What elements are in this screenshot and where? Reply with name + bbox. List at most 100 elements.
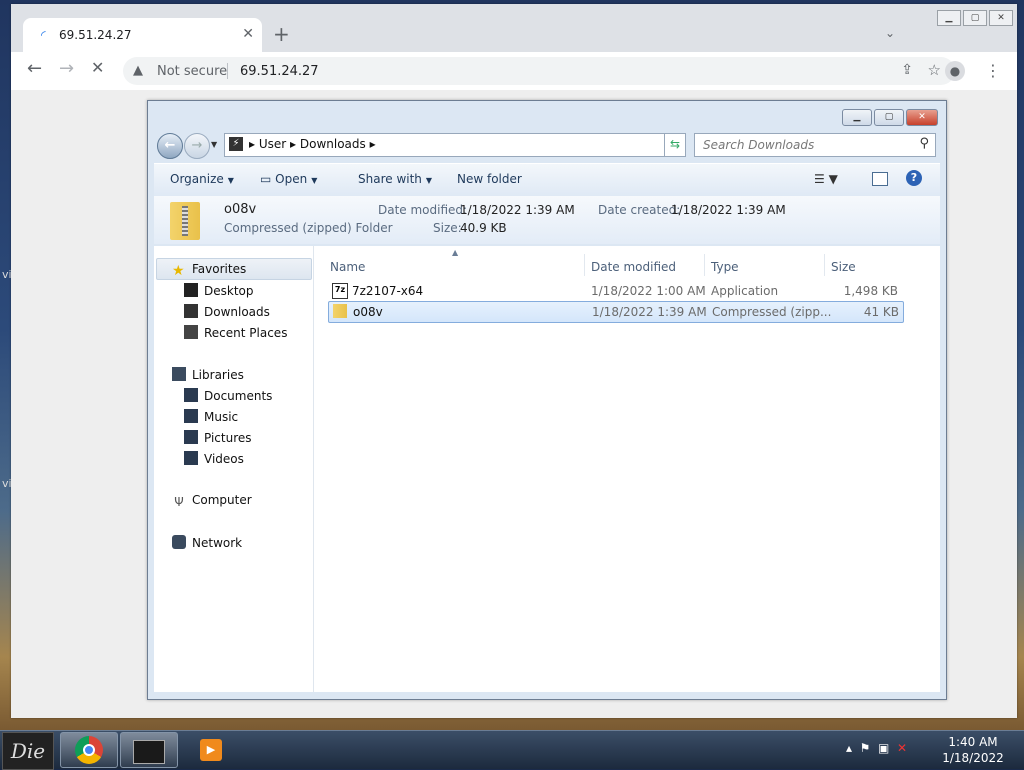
taskbar: Die ▶ ▴ ⚑ ▣ ✕ 1:40 AM 1/18/2022 (0, 730, 1024, 770)
column-header-type[interactable]: Type (711, 260, 739, 274)
table-row-selected[interactable]: o08v 1/18/2022 1:39 AM Compressed (zipp.… (328, 301, 904, 323)
start-button[interactable]: Die (2, 732, 54, 770)
zip-folder-icon (333, 304, 347, 318)
explorer-back-button[interactable]: ← (157, 133, 183, 159)
taskbar-explorer-button[interactable] (120, 732, 178, 768)
file-type: Compressed (zipp... (712, 305, 832, 319)
nav-desktop[interactable]: Desktop (184, 283, 254, 298)
videos-icon (184, 451, 198, 465)
new-folder-button[interactable]: New folder (457, 172, 522, 186)
column-header-size[interactable]: Size (831, 260, 856, 274)
tab-title: 69.51.24.27 (59, 28, 132, 42)
forward-arrow-icon[interactable]: → (59, 60, 74, 78)
page-content: ▁ ▢ ✕ ← → ▼ ⚡ ▸ User ▸ Downloads ▸ ▼ ⇆ S… (11, 90, 1017, 718)
nav-network[interactable]: Network (172, 535, 242, 550)
taskbar-clock[interactable]: 1:40 AM 1/18/2022 (940, 734, 1006, 766)
clock-time: 1:40 AM (948, 735, 998, 749)
bookmark-star-icon[interactable]: ☆ (928, 61, 941, 79)
column-divider[interactable] (704, 254, 705, 276)
breadcrumb[interactable]: ▸ User ▸ Downloads ▸ (249, 137, 376, 151)
preview-pane-icon[interactable] (872, 172, 888, 186)
help-icon[interactable]: ? (906, 170, 922, 186)
explorer-search-input[interactable]: Search Downloads ⚲ (694, 133, 936, 157)
profile-avatar-icon[interactable]: ● (945, 61, 965, 81)
column-header-name[interactable]: Name (330, 260, 365, 274)
maximize-button[interactable]: ▢ (963, 10, 987, 26)
folder-icon: ⚡ (229, 137, 243, 151)
nav-music[interactable]: Music (184, 409, 238, 424)
explorer-minimize-button[interactable]: ▁ (842, 109, 872, 126)
stop-loading-icon[interactable]: ✕ (91, 60, 104, 76)
file-size: 41 KB (863, 305, 899, 319)
system-tray[interactable]: ▴ ⚑ ▣ ✕ (846, 741, 907, 755)
organize-button[interactable]: Organize ▼ (170, 172, 234, 186)
explorer-window: ▁ ▢ ✕ ← → ▼ ⚡ ▸ User ▸ Downloads ▸ ▼ ⇆ S… (147, 100, 947, 700)
nav-videos[interactable]: Videos (184, 451, 244, 466)
browser-tab[interactable]: ◜ 69.51.24.27 ✕ (23, 18, 262, 52)
open-button[interactable]: ▭ Open ▼ (260, 172, 317, 186)
breadcrumb-user[interactable]: User (259, 137, 286, 151)
details-created-label: Date created: (598, 203, 681, 217)
details-name: o08v (224, 202, 257, 217)
navigation-pane: ★ Favorites Desktop Downloads Recent Plac… (154, 246, 314, 692)
nav-documents[interactable]: Documents (184, 388, 272, 403)
nav-computer[interactable]: Ψ Computer (172, 493, 251, 509)
nav-downloads[interactable]: Downloads (184, 304, 270, 319)
music-icon (184, 409, 198, 423)
tab-search-chevron-icon[interactable]: ⌄ (885, 26, 895, 40)
downloads-icon (184, 304, 198, 318)
computer-icon: Ψ (174, 495, 184, 509)
star-icon: ★ (172, 263, 185, 279)
close-tab-icon[interactable]: ✕ (242, 26, 254, 42)
desktop-icon (184, 283, 198, 297)
table-row[interactable]: 7z 7z2107-x64 1/18/2022 1:00 AM Applicat… (328, 281, 902, 301)
folder-icon (133, 740, 165, 764)
pictures-icon (184, 430, 198, 444)
taskbar-chrome-button[interactable] (60, 732, 118, 768)
address-bar[interactable]: ▲ Not secure 69.51.24.27 ⇪ ☆ (123, 57, 955, 85)
file-name: o08v (353, 305, 383, 319)
security-status[interactable]: Not secure (157, 64, 227, 79)
nav-recent-places[interactable]: Recent Places (184, 325, 287, 340)
url-text[interactable]: 69.51.24.27 (240, 64, 319, 79)
documents-icon (184, 388, 198, 402)
zip-folder-icon (170, 202, 200, 240)
libraries-icon (172, 367, 186, 381)
chrome-icon (75, 736, 103, 764)
column-divider[interactable] (824, 254, 825, 276)
minimize-button[interactable]: ▁ (937, 10, 961, 26)
explorer-close-button[interactable]: ✕ (906, 109, 938, 126)
share-with-button[interactable]: Share with ▼ (358, 172, 432, 186)
warning-triangle-icon[interactable]: ▲ (133, 63, 143, 78)
change-view-icon[interactable]: ☰ ▼ (814, 172, 838, 186)
explorer-address-bar[interactable]: ⚡ ▸ User ▸ Downloads ▸ ▼ (224, 133, 686, 157)
new-tab-button[interactable]: + (273, 24, 290, 44)
nav-libraries[interactable]: Libraries (172, 367, 244, 382)
nav-pictures[interactable]: Pictures (184, 430, 252, 445)
file-size: 1,498 KB (843, 284, 898, 298)
sort-ascending-icon: ▲ (452, 248, 459, 257)
command-bar: Organize ▼ ▭ Open ▼ Share with ▼ New folder… (154, 163, 940, 197)
file-date: 1/18/2022 1:39 AM (592, 305, 707, 319)
explorer-maximize-button[interactable]: ▢ (874, 109, 904, 126)
close-window-button[interactable]: ✕ (989, 10, 1013, 26)
search-placeholder: Search Downloads (703, 138, 815, 152)
column-divider[interactable] (584, 254, 585, 276)
details-modified-value: 1/18/2022 1:39 AM (460, 203, 575, 217)
details-type: Compressed (zipped) Folder (224, 221, 393, 235)
file-name: 7z2107-x64 (352, 284, 424, 298)
share-icon[interactable]: ⇪ (901, 62, 913, 78)
file-list: ▲ Name Date modified Type Size 7z 7z2107… (314, 246, 940, 692)
refresh-icon[interactable]: ⇆ (664, 133, 686, 157)
details-size-label: Size: (433, 221, 462, 235)
kebab-menu-icon[interactable]: ⋮ (985, 61, 1001, 80)
breadcrumb-downloads[interactable]: Downloads (300, 137, 366, 151)
file-type: Application (711, 284, 779, 298)
recent-pages-dropdown-icon[interactable]: ▼ (211, 140, 217, 149)
back-arrow-icon[interactable]: ← (27, 60, 42, 78)
nav-favorites[interactable]: ★ Favorites (172, 262, 246, 279)
search-icon[interactable]: ⚲ (919, 136, 929, 151)
explorer-forward-button[interactable]: → (184, 133, 210, 159)
column-header-date-modified[interactable]: Date modified (591, 260, 676, 274)
media-player-icon[interactable]: ▶ (200, 739, 222, 761)
